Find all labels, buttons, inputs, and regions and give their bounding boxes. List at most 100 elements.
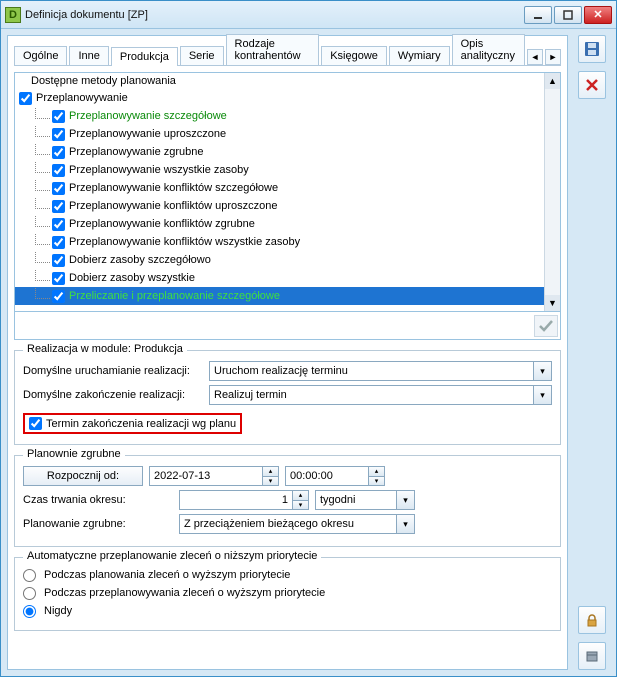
tab-serie[interactable]: Serie — [180, 46, 224, 65]
default-end-combo[interactable]: Realizuj termin ▾ — [209, 385, 552, 405]
minimize-button[interactable] — [524, 6, 552, 24]
duration-spinner[interactable]: ▴▾ — [292, 491, 308, 509]
tree-item[interactable]: Przeplanowywanie zgrubne — [15, 143, 544, 161]
tree-item-label: Przeplanowywanie szczegółowe — [69, 110, 227, 122]
planning-methods-tree: Dostępne metody planowania Przeplanowywa… — [14, 72, 561, 312]
start-from-button[interactable]: Rozpocznij od: — [23, 466, 143, 486]
tree-item[interactable]: Przeplanowywanie konfliktów szczegółowe — [15, 179, 544, 197]
maximize-button[interactable] — [554, 6, 582, 24]
tree-item[interactable]: Przeplanowywanie szczegółowe — [15, 107, 544, 125]
tab-opis[interactable]: Opis analityczny — [452, 34, 525, 65]
tree-item[interactable]: Dobierz zasoby szczegółowo — [15, 251, 544, 269]
tree-item-label: Przeplanowywanie zgrubne — [69, 146, 204, 158]
tree-item-label: Przeplanowywanie konfliktów uproszczone — [69, 200, 278, 212]
tree-item[interactable]: Przeliczanie i przeplanowanie szczegółow… — [15, 287, 544, 305]
tree-item[interactable]: Przeplanowywanie konfliktów zgrubne — [15, 215, 544, 233]
tree-item[interactable]: Przeplanowywanie wszystkie zasoby — [15, 161, 544, 179]
close-window-button[interactable]: ✕ — [584, 6, 612, 24]
rough-planning-select[interactable]: Z przeciążeniem bieżącego okresu ▾ — [179, 514, 415, 534]
tabs-scroll-right[interactable]: ► — [545, 49, 561, 65]
duration-value: 1 — [282, 494, 288, 506]
lock-icon — [585, 613, 599, 627]
tree-root[interactable]: Przeplanowywanie — [15, 89, 544, 107]
tree-item-label: Przeplanowywanie uproszczone — [69, 128, 226, 140]
termin-checkbox[interactable] — [29, 417, 42, 430]
date-input[interactable]: 2022-07-13 ▴▾ — [149, 466, 279, 486]
rough-planning-group: Planownie zgrubne Rozpocznij od: 2022-07… — [14, 455, 561, 547]
main-panel: Ogólne Inne Produkcja Serie Rodzaje kont… — [7, 35, 568, 670]
tab-ogolne[interactable]: Ogólne — [14, 46, 67, 65]
auto-option-label: Podczas przeplanowywania zleceń o wyższy… — [44, 587, 325, 599]
tab-produkcja[interactable]: Produkcja — [111, 47, 178, 66]
time-input[interactable]: 00:00:00 ▴▾ — [285, 466, 385, 486]
tree-root-label: Przeplanowywanie — [36, 92, 128, 104]
duration-unit-select[interactable]: tygodni ▾ — [315, 490, 415, 510]
side-toolbar — [574, 35, 610, 670]
tree-item-checkbox[interactable] — [52, 290, 65, 303]
lock-button[interactable] — [578, 606, 606, 634]
auto-option-radio[interactable] — [23, 569, 36, 582]
tree-root-checkbox[interactable] — [19, 92, 32, 105]
scroll-up[interactable]: ▲ — [545, 73, 560, 89]
time-spinner[interactable]: ▴▾ — [368, 467, 384, 485]
tree-item-label: Przeplanowywanie wszystkie zasoby — [69, 164, 249, 176]
tree-item-checkbox[interactable] — [52, 236, 65, 249]
default-start-combo[interactable]: Uruchom realizację terminu ▾ — [209, 361, 552, 381]
tree-item-label: Dobierz zasoby wszystkie — [69, 272, 195, 284]
auto-replan-group: Automatyczne przeplanowanie zleceń o niż… — [14, 557, 561, 631]
tree-item-checkbox[interactable] — [52, 254, 65, 267]
realization-group: Realizacja w module: Produkcja Domyślne … — [14, 350, 561, 445]
tree-scrollbar[interactable]: ▲ ▼ — [544, 73, 560, 311]
auto-option[interactable]: Podczas planowania zleceń o wyższym prio… — [23, 566, 552, 584]
auto-legend: Automatyczne przeplanowanie zleceń o niż… — [23, 550, 321, 562]
tree-header: Dostępne metody planowania — [15, 73, 544, 89]
save-button[interactable] — [578, 35, 606, 63]
close-icon — [585, 78, 599, 92]
tab-wymiary[interactable]: Wymiary — [389, 46, 450, 65]
tree-item[interactable]: Przeplanowywanie uproszczone — [15, 125, 544, 143]
tree-item-checkbox[interactable] — [52, 200, 65, 213]
tree-item-checkbox[interactable] — [52, 218, 65, 231]
duration-label: Czas trwania okresu: — [23, 494, 173, 506]
tree-item-checkbox[interactable] — [52, 110, 65, 123]
app-icon: D — [5, 7, 21, 23]
app-window: D Definicja dokumentu [ZP] ✕ Ogólne Inne… — [0, 0, 617, 677]
tab-rodzaje[interactable]: Rodzaje kontrahentów — [226, 34, 320, 65]
auto-option[interactable]: Nigdy — [23, 602, 552, 620]
tree-item-checkbox[interactable] — [52, 182, 65, 195]
chevron-down-icon[interactable]: ▾ — [396, 491, 414, 509]
tabs-scroll-left[interactable]: ◄ — [527, 49, 543, 65]
chevron-down-icon[interactable]: ▾ — [396, 515, 414, 533]
tree-item-checkbox[interactable] — [52, 272, 65, 285]
date-spinner[interactable]: ▴▾ — [262, 467, 278, 485]
default-start-value: Uruchom realizację terminu — [214, 365, 348, 377]
tree-item-label: Przeliczanie i przeplanowanie szczegółow… — [69, 290, 280, 302]
realization-legend: Realizacja w module: Produkcja — [23, 343, 187, 355]
tree-item-checkbox[interactable] — [52, 164, 65, 177]
history-button[interactable] — [578, 642, 606, 670]
duration-input[interactable]: 1 ▴▾ — [179, 490, 309, 510]
tabs: Ogólne Inne Produkcja Serie Rodzaje kont… — [14, 42, 561, 66]
tab-ksiegowe[interactable]: Księgowe — [321, 46, 387, 65]
chevron-down-icon[interactable]: ▾ — [533, 386, 551, 404]
rough-legend: Planownie zgrubne — [23, 448, 125, 460]
chevron-down-icon[interactable]: ▾ — [533, 362, 551, 380]
tab-inne[interactable]: Inne — [69, 46, 108, 65]
rough-planning-value: Z przeciążeniem bieżącego okresu — [184, 518, 354, 530]
tree-item-checkbox[interactable] — [52, 128, 65, 141]
titlebar: D Definicja dokumentu [ZP] ✕ — [1, 1, 616, 29]
history-icon — [585, 649, 599, 663]
tree-item[interactable]: Przeplanowywanie konfliktów wszystkie za… — [15, 233, 544, 251]
tree-item-checkbox[interactable] — [52, 146, 65, 159]
auto-option[interactable]: Podczas przeplanowywania zleceń o wyższy… — [23, 584, 552, 602]
cancel-button[interactable] — [578, 71, 606, 99]
auto-option-radio[interactable] — [23, 587, 36, 600]
auto-option-radio[interactable] — [23, 605, 36, 618]
duration-unit-value: tygodni — [320, 494, 355, 506]
scroll-down[interactable]: ▼ — [545, 295, 560, 311]
tree-item-label: Dobierz zasoby szczegółowo — [69, 254, 211, 266]
confirm-check-button[interactable] — [534, 315, 558, 337]
tree-item[interactable]: Dobierz zasoby wszystkie — [15, 269, 544, 287]
tree-item-label: Przeplanowywanie konfliktów zgrubne — [69, 218, 255, 230]
tree-item[interactable]: Przeplanowywanie konfliktów uproszczone — [15, 197, 544, 215]
